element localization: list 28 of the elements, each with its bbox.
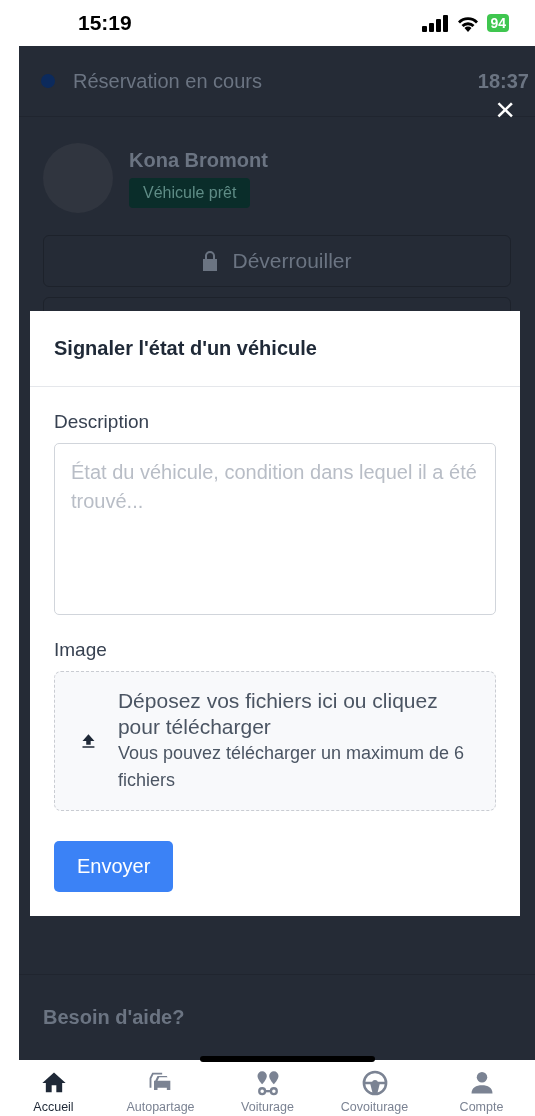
image-label: Image (54, 639, 108, 661)
help-title: Besoin d'aide? (43, 1006, 185, 1029)
tab-bar-item[interactable]: Accueil (0, 1060, 107, 1116)
vehicle-name: Kona Bromont (129, 148, 268, 172)
close-button[interactable]: × (491, 92, 519, 126)
status-dot-icon (41, 74, 55, 88)
lock-icon (202, 251, 219, 271)
tab-bar-item[interactable]: Voiturage (214, 1060, 321, 1116)
steering-wheel-icon (360, 1069, 389, 1097)
tab-bar-item[interactable]: Autopartage (107, 1060, 214, 1116)
upload-icon (81, 731, 96, 751)
tab-bar-item[interactable]: Covoiturage (321, 1060, 428, 1116)
dropzone-hint: Vous pouvez télécharger un maximum de 6 fichiers (117, 742, 466, 792)
reservation-time: 18:37 (477, 69, 529, 93)
description-label: Description (54, 411, 151, 433)
reservation-label: Réservation en cours (73, 69, 263, 93)
status-time: 15:19 (78, 11, 132, 35)
submit-button[interactable]: Envoyer (54, 841, 174, 892)
battery-level: 94 (487, 14, 509, 32)
unlock-button[interactable]: Déverrouiller (43, 235, 511, 287)
file-dropzone[interactable]: Déposez vos fichiers ici ou cliquez pour télécharger Vous pouvez télécharger un maximum de 6 fichiers (54, 671, 496, 811)
dialog-title: Signaler l'état d'un véhicule (54, 337, 318, 360)
tab-bar-item[interactable]: Compte (428, 1060, 535, 1116)
description-field[interactable]: État du véhicule, condition dans lequel il a été trouvé... (54, 443, 496, 615)
vehicle-status-badge: Véhicule prêt (129, 177, 251, 208)
dropzone-title: Déposez vos fichiers ici ou cliquez pour télécharger (117, 688, 439, 740)
wifi-icon (456, 14, 481, 32)
signal-icon (422, 14, 450, 32)
